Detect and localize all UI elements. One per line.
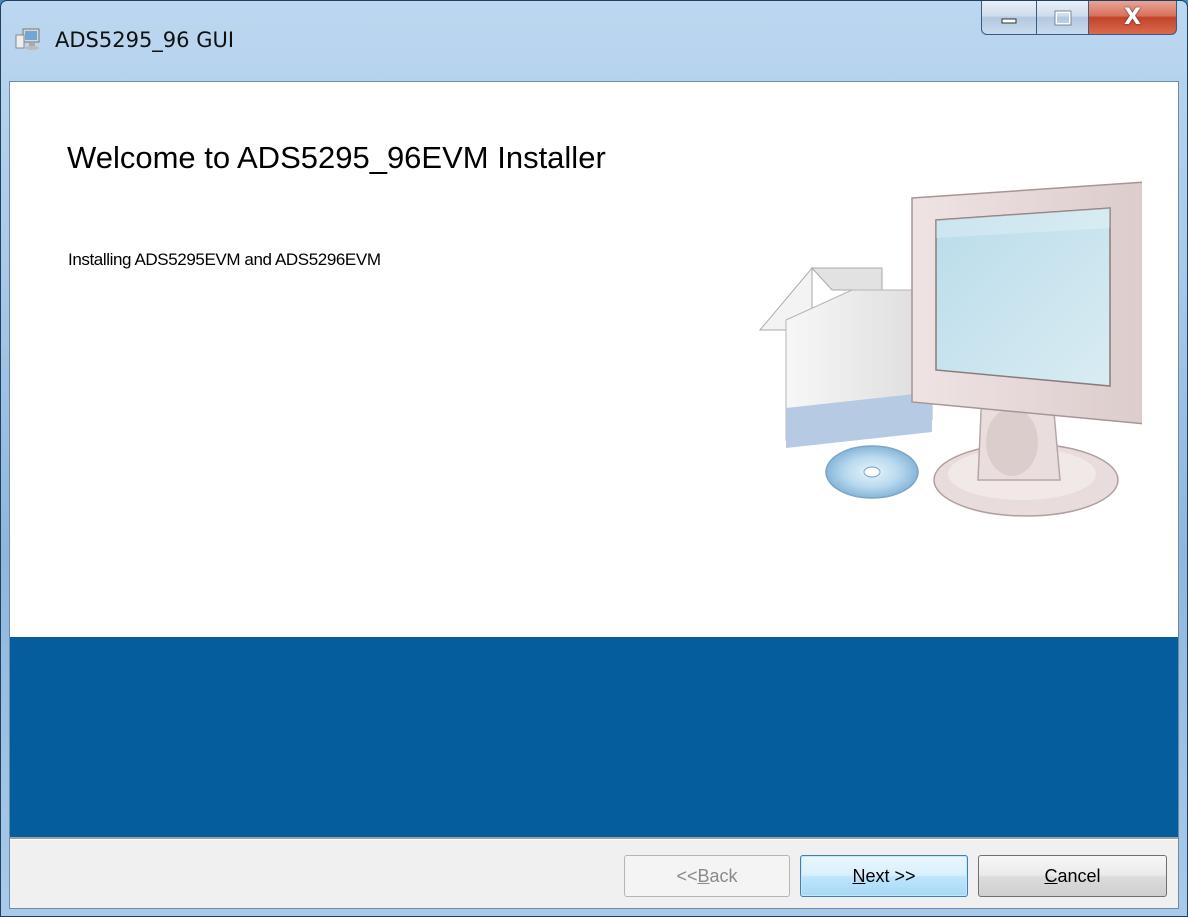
close-button[interactable]: X bbox=[1089, 1, 1177, 35]
button-bar: << Back Next >> Cancel bbox=[10, 840, 1178, 908]
close-icon: X bbox=[1124, 5, 1141, 30]
back-button-mnemonic: B bbox=[697, 865, 710, 886]
installer-window: ADS5295_96 GUI X Welcome to ADS5295_96EV… bbox=[0, 0, 1188, 917]
computer-setup-illustration bbox=[758, 181, 1142, 517]
install-description: Installing ADS5295EVM and ADS5296EVM bbox=[68, 250, 381, 269]
back-button-rest: ack bbox=[709, 865, 738, 886]
welcome-heading: Welcome to ADS5295_96EVM Installer bbox=[67, 140, 606, 175]
title-bar[interactable]: ADS5295_96 GUI X bbox=[1, 1, 1187, 81]
maximize-button[interactable] bbox=[1037, 1, 1089, 35]
cancel-button[interactable]: Cancel bbox=[978, 855, 1167, 897]
maximize-icon bbox=[1054, 10, 1071, 25]
welcome-banner: Welcome to ADS5295_96EVM Installer Insta… bbox=[10, 82, 1178, 637]
minimize-button[interactable] bbox=[981, 1, 1037, 35]
next-button-rest: ext >> bbox=[865, 865, 916, 886]
next-button[interactable]: Next >> bbox=[800, 855, 968, 897]
installer-app-icon bbox=[15, 28, 40, 50]
installer-content: Welcome to ADS5295_96EVM Installer Insta… bbox=[9, 81, 1179, 909]
back-button[interactable]: << Back bbox=[624, 855, 790, 897]
cancel-button-rest: ancel bbox=[1057, 865, 1101, 886]
cancel-button-mnemonic: C bbox=[1044, 865, 1058, 886]
window-title: ADS5295_96 GUI bbox=[55, 28, 235, 52]
accent-band bbox=[10, 637, 1178, 837]
caption-buttons: X bbox=[981, 1, 1177, 37]
minimize-icon bbox=[1001, 18, 1017, 23]
back-button-prefix: << bbox=[676, 865, 698, 886]
next-button-mnemonic: N bbox=[852, 865, 866, 886]
